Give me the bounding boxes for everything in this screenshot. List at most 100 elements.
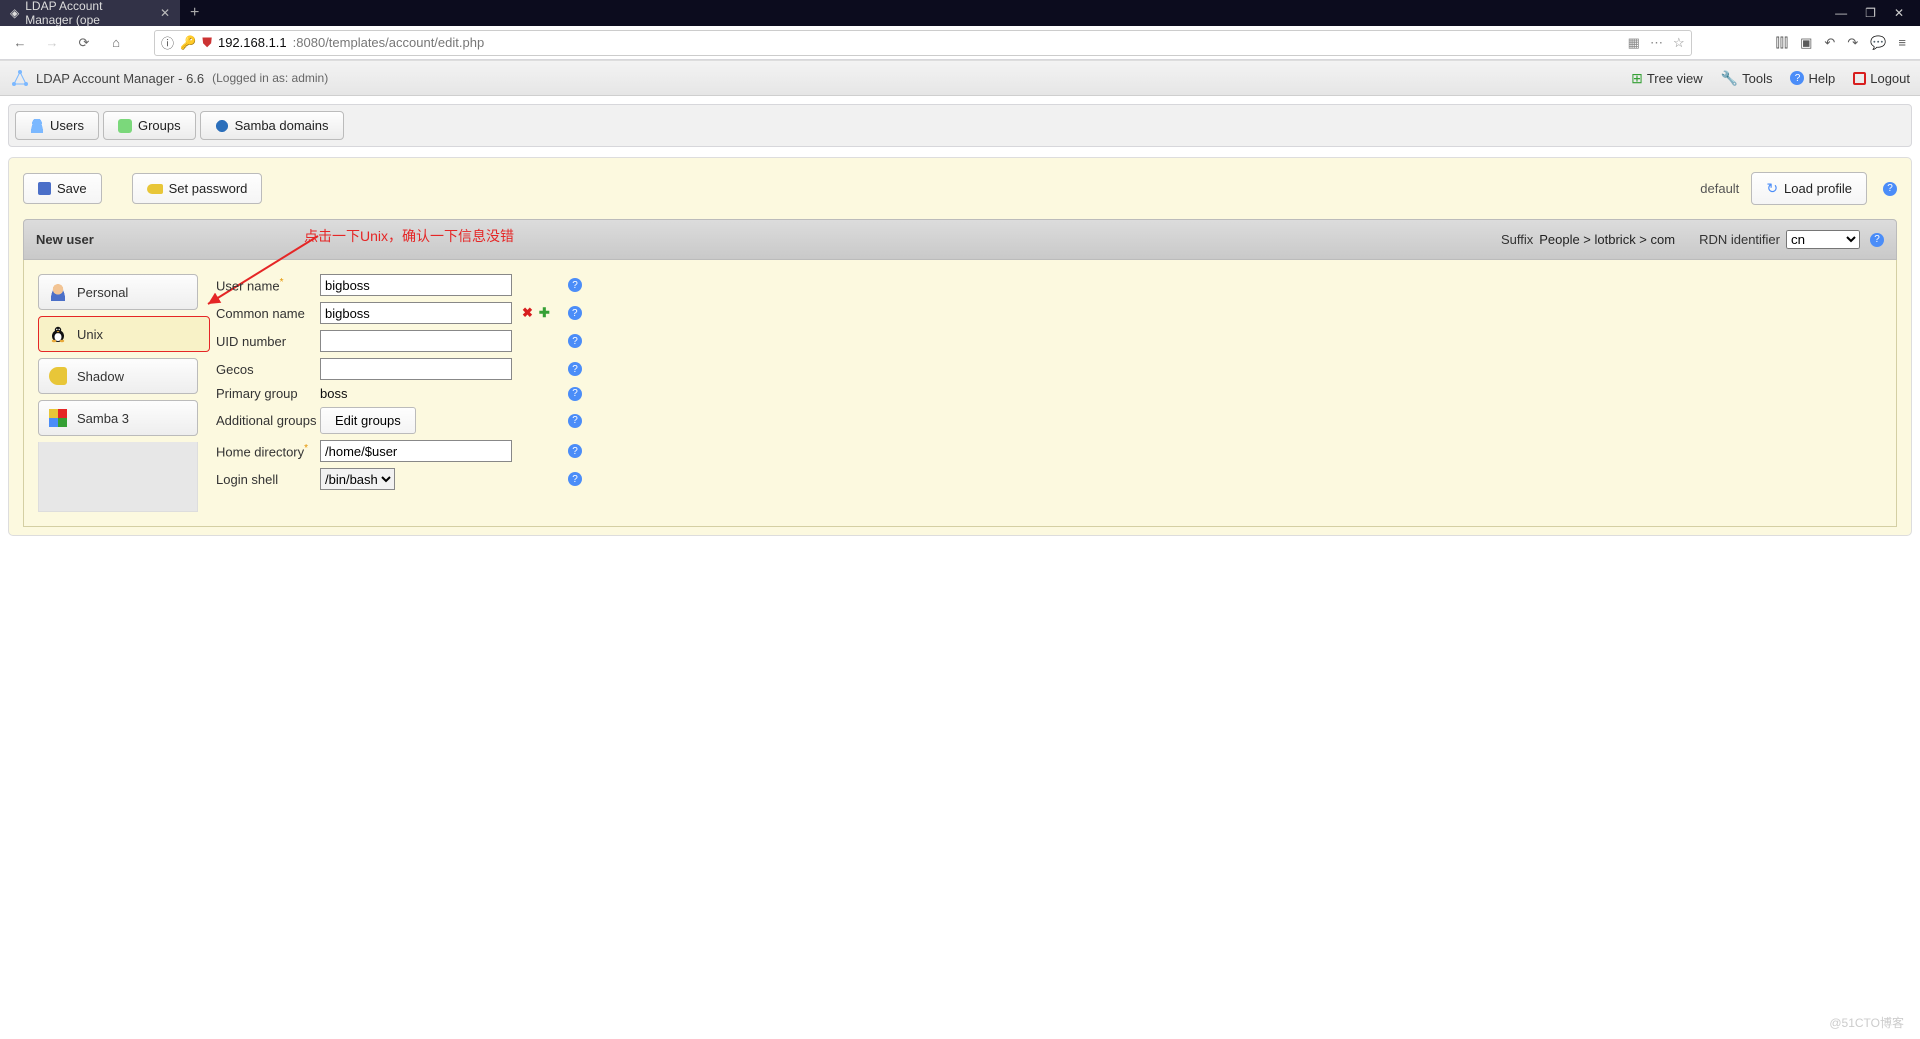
- help-icon[interactable]: ?: [568, 334, 582, 348]
- uid-number-input[interactable]: [320, 330, 512, 352]
- common-name-label: Common name: [216, 306, 320, 321]
- help-icon[interactable]: ?: [568, 387, 582, 401]
- uid-number-label: UID number: [216, 334, 320, 349]
- lam-logo-icon: [10, 68, 30, 88]
- save-button-label: Save: [57, 181, 87, 196]
- save-button[interactable]: Save: [23, 173, 102, 204]
- qr-icon[interactable]: ▦: [1628, 35, 1640, 51]
- nav-reload-button[interactable]: ⟳: [70, 29, 98, 57]
- module-personal-label: Personal: [77, 285, 128, 300]
- globe-icon: [215, 119, 229, 133]
- app-title: LDAP Account Manager - 6.6: [36, 71, 204, 86]
- permission-icon[interactable]: 🔑: [180, 35, 196, 51]
- user-name-label: User name*: [216, 277, 320, 293]
- site-info-icon[interactable]: ⓘ: [161, 33, 174, 52]
- tools-link[interactable]: 🔧Tools: [1721, 70, 1773, 87]
- redo-icon[interactable]: ↷: [1847, 35, 1858, 51]
- sidebar-icon[interactable]: ▣: [1800, 35, 1812, 51]
- browser-tabbar: ◈ LDAP Account Manager (ope ✕ + — ❐ ✕: [0, 0, 1920, 26]
- help-icon[interactable]: ?: [568, 472, 582, 486]
- tools-icon: 🔧: [1721, 70, 1738, 87]
- help-icon[interactable]: ?: [568, 362, 582, 376]
- annotation-text: 点击一下Unix，确认一下信息没错: [304, 226, 514, 246]
- load-profile-button[interactable]: ↻ Load profile: [1751, 172, 1867, 205]
- logout-label: Logout: [1870, 71, 1910, 86]
- module-tab-shadow[interactable]: Shadow: [38, 358, 198, 394]
- primary-group-value: boss: [320, 386, 512, 401]
- window-maximize-icon[interactable]: ❐: [1865, 6, 1876, 20]
- browser-tab[interactable]: ◈ LDAP Account Manager (ope ✕: [0, 0, 180, 26]
- save-icon: [38, 182, 51, 195]
- help-icon[interactable]: ?: [568, 306, 582, 320]
- module-tab-personal[interactable]: Personal: [38, 274, 198, 310]
- suffix-path[interactable]: People > lotbrick > com: [1539, 232, 1675, 247]
- page-actions-icon[interactable]: ⋯: [1650, 35, 1663, 51]
- help-link[interactable]: ?Help: [1790, 70, 1835, 87]
- url-host: 192.168.1.1: [218, 35, 287, 50]
- set-password-label: Set password: [169, 181, 248, 196]
- window-minimize-icon[interactable]: —: [1835, 6, 1847, 20]
- edit-groups-button[interactable]: Edit groups: [320, 407, 416, 434]
- tree-icon: ⊞: [1631, 70, 1643, 87]
- section-header: New user 点击一下Unix，确认一下信息没错 Suffix People…: [23, 219, 1897, 260]
- browser-toolbar: ← → ⟳ ⌂ ⓘ 🔑 ⛊ 192.168.1.1 :8080/templates…: [0, 26, 1920, 60]
- remove-value-icon[interactable]: ✖: [522, 305, 533, 321]
- add-value-icon[interactable]: ✚: [539, 305, 550, 321]
- login-shell-select[interactable]: /bin/bash: [320, 468, 395, 490]
- undo-icon[interactable]: ↶: [1824, 35, 1835, 51]
- help-label: Help: [1808, 71, 1835, 86]
- tux-icon: [49, 325, 67, 343]
- help-icon[interactable]: ?: [1883, 182, 1897, 196]
- key-icon: [147, 184, 163, 194]
- login-shell-label: Login shell: [216, 472, 320, 487]
- help-icon[interactable]: ?: [568, 414, 582, 428]
- group-icon: [118, 119, 132, 133]
- nav-home-button[interactable]: ⌂: [102, 29, 130, 57]
- module-shadow-label: Shadow: [77, 369, 124, 384]
- hamburger-menu-icon[interactable]: ≡: [1898, 35, 1906, 51]
- gecos-input[interactable]: [320, 358, 512, 380]
- nav-back-button[interactable]: ←: [6, 29, 34, 57]
- user-name-input[interactable]: [320, 274, 512, 296]
- set-password-button[interactable]: Set password: [132, 173, 263, 204]
- bookmark-star-icon[interactable]: ☆: [1673, 35, 1685, 51]
- primary-group-label: Primary group: [216, 386, 320, 401]
- nav-forward-button[interactable]: →: [38, 29, 66, 57]
- library-icon[interactable]: ⫿⫿⫿: [1776, 35, 1788, 51]
- help-icon[interactable]: ?: [1870, 233, 1884, 247]
- home-dir-input[interactable]: [320, 440, 512, 462]
- logout-icon: [1853, 72, 1866, 85]
- logout-link[interactable]: Logout: [1853, 70, 1910, 87]
- app-header: LDAP Account Manager - 6.6 (Logged in as…: [0, 60, 1920, 96]
- help-icon[interactable]: ?: [568, 444, 582, 458]
- url-path: :8080/templates/account/edit.php: [293, 35, 485, 50]
- tab-groups[interactable]: Groups: [103, 111, 196, 140]
- account-edit-card: Save Set password default ↻ Load profile…: [8, 157, 1912, 536]
- watermark: @51CTO博客: [1829, 1014, 1904, 1031]
- tab-close-icon[interactable]: ✕: [160, 6, 170, 20]
- module-tab-samba3[interactable]: Samba 3: [38, 400, 198, 436]
- chat-icon[interactable]: 💬: [1870, 35, 1886, 51]
- noscript-icon[interactable]: ⛊: [202, 35, 212, 51]
- window-close-icon[interactable]: ✕: [1894, 6, 1904, 20]
- help-icon[interactable]: ?: [568, 278, 582, 292]
- new-tab-button[interactable]: +: [180, 4, 209, 22]
- tab-users[interactable]: Users: [15, 111, 99, 140]
- tab-samba-label: Samba domains: [235, 118, 329, 133]
- tab-users-label: Users: [50, 118, 84, 133]
- module-unix-label: Unix: [77, 327, 103, 342]
- tab-favicon: ◈: [10, 6, 19, 20]
- module-tab-column: Personal Unix Shadow Samba 3: [38, 274, 198, 512]
- personal-icon: [49, 283, 67, 301]
- load-profile-label: Load profile: [1784, 181, 1852, 196]
- tab-samba-domains[interactable]: Samba domains: [200, 111, 344, 140]
- rdn-select[interactable]: cn: [1786, 230, 1860, 249]
- shadow-key-icon: [49, 367, 67, 385]
- reload-icon: ↻: [1766, 180, 1778, 197]
- url-bar[interactable]: ⓘ 🔑 ⛊ 192.168.1.1 :8080/templates/account…: [154, 30, 1692, 56]
- tree-view-link[interactable]: ⊞Tree view: [1631, 70, 1703, 87]
- tab-title: LDAP Account Manager (ope: [25, 0, 150, 27]
- module-tab-unix[interactable]: Unix: [38, 316, 210, 352]
- common-name-input[interactable]: [320, 302, 512, 324]
- action-row: Save Set password default ↻ Load profile…: [23, 172, 1897, 205]
